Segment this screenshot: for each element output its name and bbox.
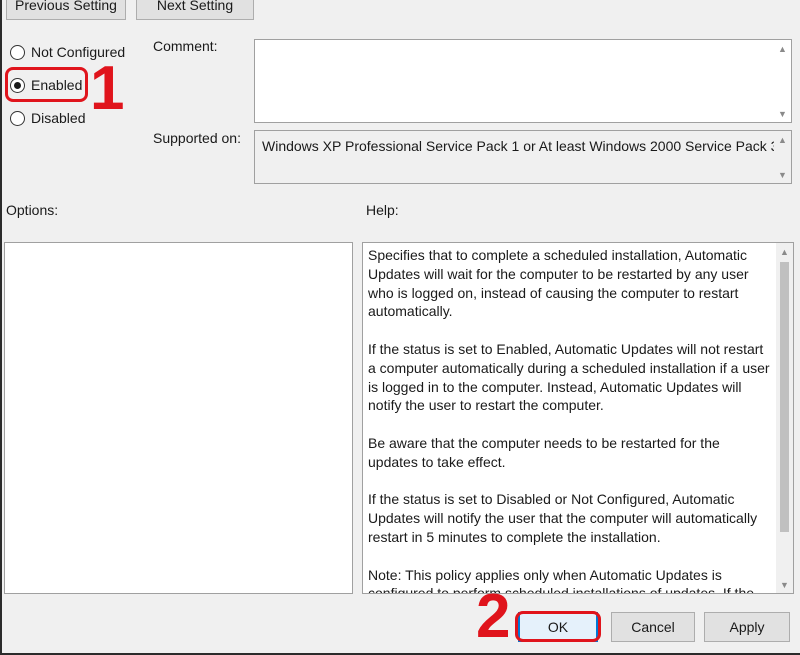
radio-enabled[interactable]: Enabled: [10, 74, 82, 96]
chevron-down-icon[interactable]: ▼: [776, 576, 793, 593]
help-paragraph: Be aware that the computer needs to be r…: [368, 434, 720, 470]
options-panel: [4, 242, 353, 594]
previous-setting-label: Previous Setting: [15, 0, 117, 13]
supported-on-scrollbar[interactable]: ▲ ▼: [774, 131, 791, 183]
help-paragraph: Specifies that to complete a scheduled i…: [368, 247, 749, 320]
help-paragraph: If the status is set to Enabled, Automat…: [368, 340, 770, 414]
comment-scrollbar[interactable]: ▲ ▼: [774, 40, 791, 122]
radio-enabled-circle[interactable]: [10, 77, 25, 93]
radio-disabled[interactable]: Disabled: [10, 107, 85, 129]
help-scrollbar[interactable]: ▲ ▼: [776, 243, 793, 593]
help-paragraph: If the status is set to Disabled or Not …: [368, 491, 758, 545]
comment-label: Comment:: [153, 38, 218, 54]
chevron-down-icon[interactable]: ▼: [774, 166, 791, 183]
options-label: Options:: [6, 202, 59, 218]
radio-disabled-circle[interactable]: [10, 110, 25, 126]
help-paragraph: Note: This policy applies only when Auto…: [368, 566, 754, 593]
radio-disabled-label: Disabled: [31, 110, 86, 126]
next-setting-button[interactable]: Next Setting: [136, 0, 254, 20]
supported-on-field: Windows XP Professional Service Pack 1 o…: [254, 130, 792, 184]
ok-button[interactable]: OK: [518, 612, 598, 642]
supported-on-value: Windows XP Professional Service Pack 1 o…: [262, 138, 779, 154]
help-scrollbar-thumb[interactable]: [780, 262, 789, 532]
chevron-up-icon[interactable]: ▲: [774, 131, 791, 148]
comment-textarea[interactable]: ▲ ▼: [254, 39, 792, 123]
radio-not-configured-circle[interactable]: [10, 44, 25, 60]
chevron-up-icon[interactable]: ▲: [774, 40, 791, 57]
help-label: Help:: [366, 202, 399, 218]
apply-button[interactable]: Apply: [704, 612, 790, 642]
chevron-down-icon[interactable]: ▼: [774, 105, 791, 122]
radio-enabled-label: Enabled: [31, 77, 83, 93]
next-setting-label: Next Setting: [156, 0, 234, 13]
cancel-button-label: Cancel: [631, 619, 675, 635]
step1-number: 1: [90, 54, 125, 123]
supported-on-label: Supported on:: [153, 130, 241, 146]
ok-button-label: OK: [547, 619, 569, 635]
help-text: Specifies that to complete a scheduled i…: [368, 246, 771, 593]
step2-number: 2: [476, 582, 511, 651]
previous-setting-button[interactable]: Previous Setting: [6, 0, 126, 20]
apply-button-label: Apply: [729, 619, 765, 635]
cancel-button[interactable]: Cancel: [611, 612, 695, 642]
help-panel: Specifies that to complete a scheduled i…: [362, 242, 794, 594]
chevron-up-icon[interactable]: ▲: [776, 243, 793, 260]
